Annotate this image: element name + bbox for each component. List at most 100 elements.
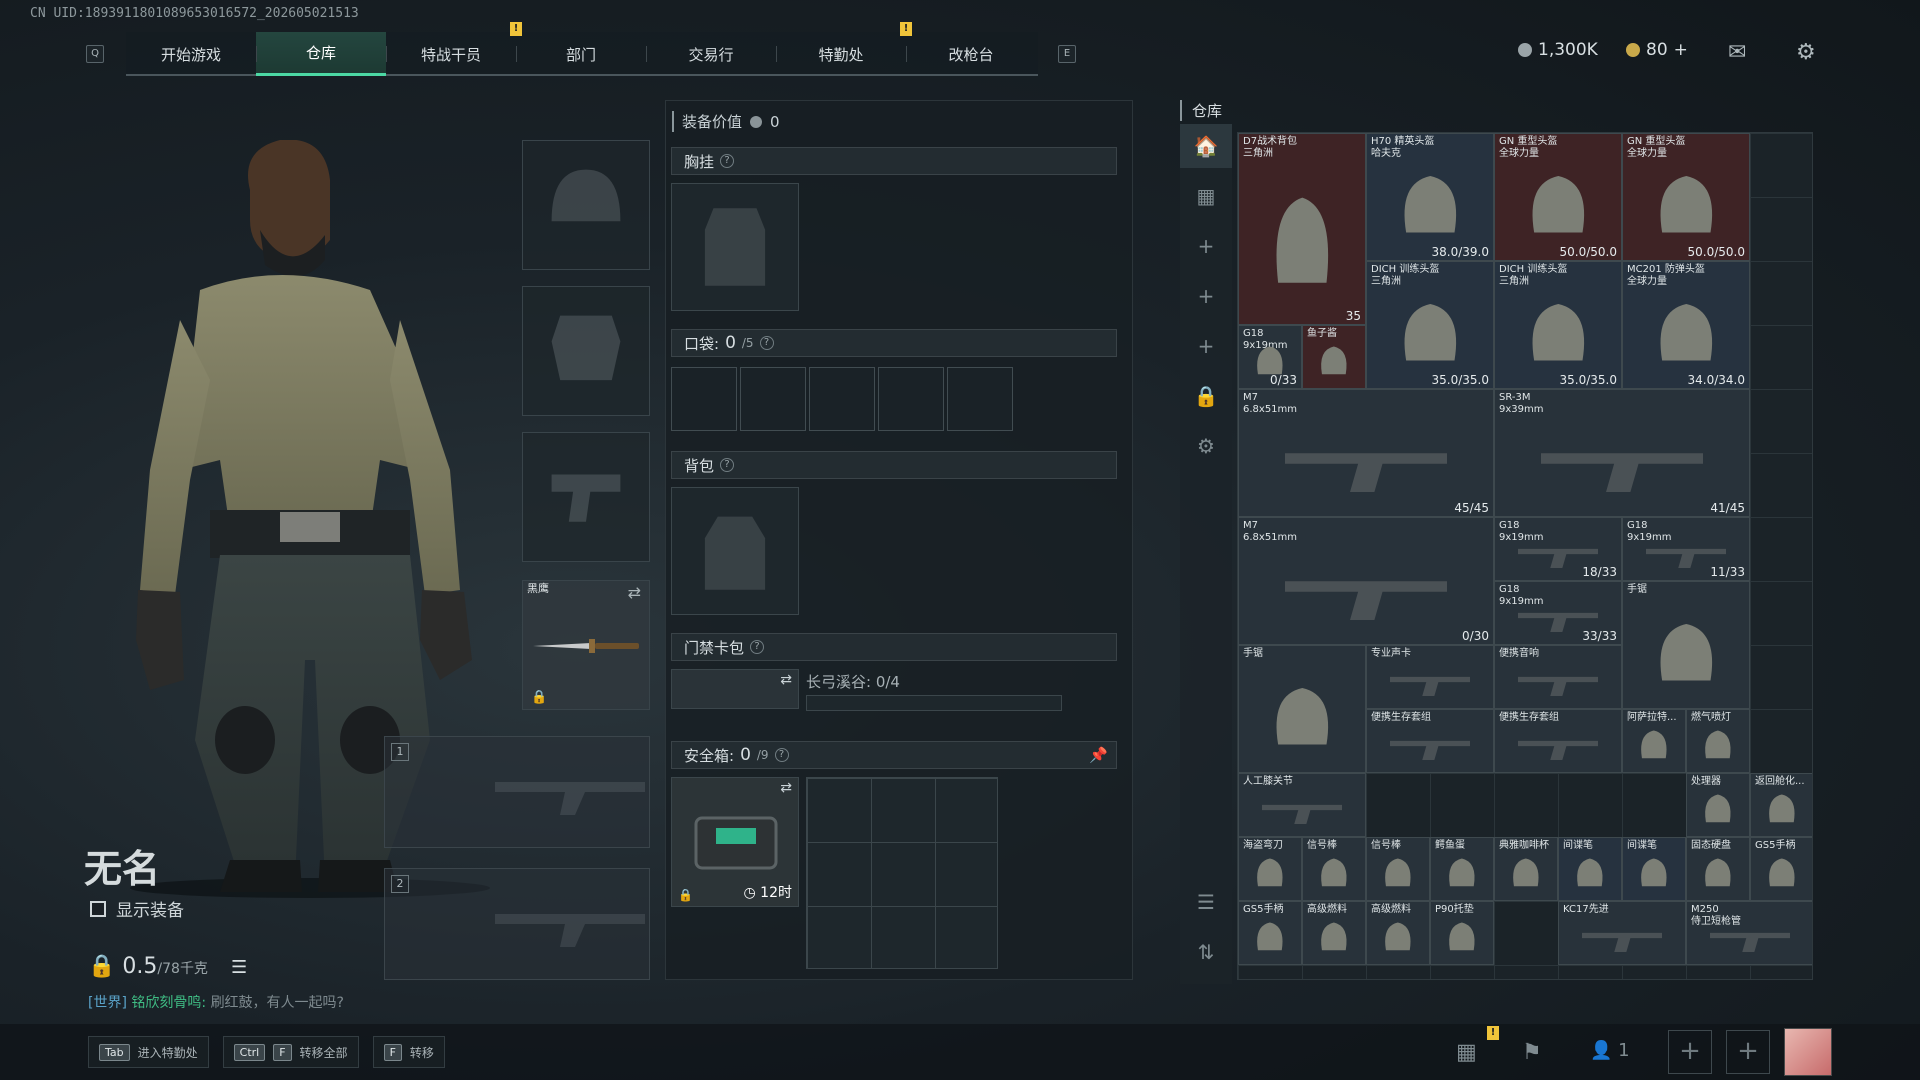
coin-display[interactable]: 80 + xyxy=(1626,40,1688,60)
pocket-slot[interactable] xyxy=(878,367,944,431)
next-tab-key[interactable]: E xyxy=(1058,45,1076,63)
warehouse-item[interactable]: 处理器 xyxy=(1686,773,1750,837)
warehouse-item[interactable]: H70 精英头盔 哈夫克 38.0/39.0 xyxy=(1366,133,1494,261)
nav-tab[interactable]: 改枪台 xyxy=(906,32,1036,76)
pistol-slot[interactable] xyxy=(522,432,650,562)
warehouse-item[interactable]: 便携音响 xyxy=(1494,645,1622,709)
warehouse-item[interactable]: KC17先进 xyxy=(1558,901,1686,965)
nav-tab[interactable]: 仓库 xyxy=(256,32,386,76)
stats-icon[interactable]: ▦ xyxy=(1456,1040,1477,1065)
helmet-slot[interactable] xyxy=(522,140,650,270)
pocket-slot[interactable] xyxy=(671,367,737,431)
swap-icon[interactable]: ⇄ xyxy=(780,672,792,688)
swap-icon[interactable]: ⇄ xyxy=(628,583,641,602)
chest-rig-slot[interactable] xyxy=(671,183,799,311)
nav-tab[interactable]: 交易行 xyxy=(646,32,776,76)
warehouse-item[interactable]: 便携生存套组 xyxy=(1494,709,1622,773)
add-tab-icon[interactable]: + xyxy=(1180,324,1232,368)
warehouse-item[interactable]: 间谍笔 xyxy=(1622,837,1686,901)
nav-tab[interactable]: 部门 xyxy=(516,32,646,76)
warehouse-item[interactable]: MC201 防弹头盔 全球力量 34.0/34.0 xyxy=(1622,261,1750,389)
warehouse-tab-icon[interactable]: 🏠 xyxy=(1180,124,1232,168)
swap-icon[interactable]: ⇄ xyxy=(780,780,792,796)
melee-slot[interactable]: 黑鹰 ⇄ 🔒 xyxy=(522,580,650,710)
key-hint[interactable]: Ctrl F 转移全部 xyxy=(222,1036,359,1068)
keycard-slot[interactable]: ⇄ xyxy=(671,669,799,709)
warehouse-item[interactable]: 阿萨拉特... xyxy=(1622,709,1686,773)
nav-tab[interactable]: 特战干员! xyxy=(386,22,522,76)
friends-icon[interactable]: 👤 1 xyxy=(1590,1040,1630,1061)
settings-gear-icon[interactable]: ⚙ xyxy=(1180,424,1232,468)
warehouse-item[interactable]: 专业声卡 xyxy=(1366,645,1494,709)
warehouse-item[interactable]: 燃气喷灯 xyxy=(1686,709,1750,773)
sort-icon[interactable]: ⇅ xyxy=(1180,930,1232,974)
warehouse-item[interactable]: G18 9x19mm 11/33 xyxy=(1622,517,1750,581)
warehouse-item[interactable]: 海盗弯刀 xyxy=(1238,837,1302,901)
warehouse-item[interactable]: GS5手柄 xyxy=(1750,837,1812,901)
prev-tab-key[interactable]: Q xyxy=(86,45,104,63)
warehouse-grid[interactable]: D7战术背包 三角洲 35 H70 精英头盔 哈夫克 38.0/39.0 GN 重型头盔 全球… xyxy=(1237,132,1813,980)
warehouse-item[interactable]: G18 9x19mm 33/33 xyxy=(1494,581,1622,645)
warehouse-item[interactable]: 高级燃料 xyxy=(1366,901,1430,965)
warehouse-item[interactable]: GS5手柄 xyxy=(1238,901,1302,965)
warehouse-item[interactable]: GN 重型头盔 全球力量 50.0/50.0 xyxy=(1494,133,1622,261)
help-icon[interactable]: ? xyxy=(774,748,789,762)
warehouse-item[interactable]: 固态硬盘 xyxy=(1686,837,1750,901)
secondary-weapon-slot[interactable]: 2 xyxy=(384,868,650,980)
nav-tab[interactable]: 开始游戏 xyxy=(126,32,256,76)
warehouse-item[interactable]: D7战术背包 三角洲 35 xyxy=(1238,133,1366,325)
help-icon[interactable]: ? xyxy=(720,458,735,472)
warehouse-item[interactable]: G18 9x19mm 0/33 xyxy=(1238,325,1302,389)
warehouse-item[interactable]: 便携生存套组 xyxy=(1366,709,1494,773)
key-hint[interactable]: Tab 进入特勤处 xyxy=(88,1036,209,1068)
help-icon[interactable]: ? xyxy=(750,640,765,654)
warehouse-item[interactable]: G18 9x19mm 18/33 xyxy=(1494,517,1622,581)
warehouse-item[interactable]: M7 6.8x51mm 45/45 xyxy=(1238,389,1494,517)
category-tab-icon[interactable]: ▦ xyxy=(1180,174,1232,218)
pocket-slot[interactable] xyxy=(809,367,875,431)
backpack-slot[interactable] xyxy=(671,487,799,615)
pocket-slot[interactable] xyxy=(947,367,1013,431)
add-tab-icon[interactable]: + xyxy=(1180,224,1232,268)
warehouse-item[interactable]: M7 6.8x51mm 0/30 xyxy=(1238,517,1494,645)
settings-gear-icon[interactable]: ⚙ xyxy=(1796,40,1816,65)
pocket-slot[interactable] xyxy=(740,367,806,431)
warehouse-item[interactable]: 手锯 xyxy=(1622,581,1750,709)
add-tab-icon[interactable]: + xyxy=(1180,274,1232,318)
invite-slot-button[interactable]: + xyxy=(1726,1030,1770,1074)
list-icon[interactable]: ☰ xyxy=(231,957,247,978)
nav-tab[interactable]: 特勤处! xyxy=(776,22,912,76)
mail-icon[interactable]: ✉ xyxy=(1728,40,1746,65)
layers-icon[interactable]: ☰ xyxy=(1180,880,1232,924)
coin-add-button[interactable]: + xyxy=(1674,40,1688,60)
warehouse-item[interactable]: 手锯 xyxy=(1238,645,1366,773)
invite-slot-button[interactable]: + xyxy=(1668,1030,1712,1074)
avatar[interactable] xyxy=(1784,1028,1832,1076)
warehouse-item[interactable]: DICH 训练头盔 三角洲 35.0/35.0 xyxy=(1366,261,1494,389)
warehouse-item[interactable]: 间谍笔 xyxy=(1558,837,1622,901)
lock-icon[interactable]: 🔒 xyxy=(1180,374,1232,418)
armor-slot[interactable] xyxy=(522,286,650,416)
show-equipment-toggle[interactable]: 显示装备 xyxy=(90,896,184,921)
warehouse-item[interactable]: 信号棒 xyxy=(1302,837,1366,901)
help-icon[interactable]: ? xyxy=(720,154,735,168)
primary-weapon-slot[interactable]: 1 xyxy=(384,736,650,848)
help-icon[interactable]: ? xyxy=(759,336,774,350)
flag-icon[interactable]: ⚑ xyxy=(1522,1040,1542,1065)
warehouse-item[interactable]: 鳄鱼蛋 xyxy=(1430,837,1494,901)
warehouse-item[interactable]: M250 侍卫短枪管 xyxy=(1686,901,1812,965)
world-chat[interactable]: [世界] 铭欣刻骨鸣: 刷红鼓，有人一起吗? xyxy=(88,992,344,1012)
warehouse-item[interactable]: SR-3M 9x39mm 41/45 xyxy=(1494,389,1750,517)
pin-icon[interactable]: 📌 xyxy=(1089,746,1108,764)
warehouse-item[interactable]: P90托垫 xyxy=(1430,901,1494,965)
warehouse-item[interactable]: 返回舱化... xyxy=(1750,773,1812,837)
warehouse-item[interactable]: 人工膝关节 xyxy=(1238,773,1366,837)
warehouse-item[interactable]: 鱼子酱 xyxy=(1302,325,1366,389)
warehouse-item[interactable]: DICH 训练头盔 三角洲 35.0/35.0 xyxy=(1494,261,1622,389)
warehouse-item[interactable]: 信号棒 xyxy=(1366,837,1430,901)
warehouse-item[interactable]: 高级燃料 xyxy=(1302,901,1366,965)
key-hint[interactable]: F 转移 xyxy=(372,1036,445,1068)
safebox-slot[interactable]: ⇄ 🔒 ◷ 12时 xyxy=(671,777,799,907)
warehouse-item[interactable]: 典雅咖啡杯 xyxy=(1494,837,1558,901)
show-equipment-checkbox[interactable] xyxy=(90,900,106,917)
